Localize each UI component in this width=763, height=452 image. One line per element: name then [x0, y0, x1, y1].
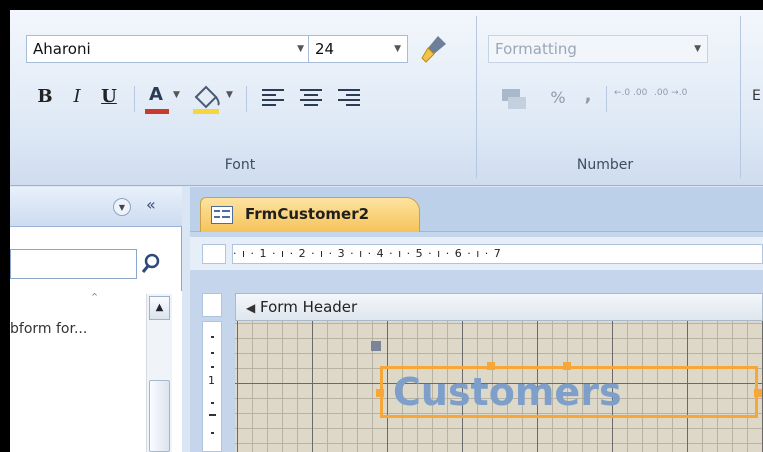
chevron-down-icon[interactable]: ▼ [394, 36, 401, 62]
chevron-down-icon[interactable]: ▼ [226, 90, 233, 100]
form-icon [211, 206, 233, 224]
design-grid[interactable]: Customers [235, 321, 763, 452]
form-selector[interactable] [202, 244, 226, 264]
italic-button[interactable]: I [64, 83, 90, 111]
font-color-button[interactable]: A [142, 83, 172, 115]
format-painter-icon[interactable] [418, 32, 450, 64]
ribbon: Aharoni ▼ 24 ▼ B I U A ▼ ▼ Font Formatti… [10, 10, 763, 186]
separator [606, 86, 607, 112]
scroll-up-icon[interactable]: ▲ [149, 296, 170, 320]
increase-decimals-button[interactable]: ←.0 .00 [614, 88, 648, 99]
document-tab-strip: FrmCustomer2 [190, 187, 763, 232]
number-group-label: Number [576, 157, 634, 173]
section-header-label: Form Header [260, 298, 358, 316]
nav-scrollbar[interactable]: ▲ [146, 294, 172, 452]
resize-handle-top-right[interactable] [563, 362, 571, 370]
font-name-combo[interactable]: Aharoni ▼ [26, 35, 311, 63]
decrease-decimals-button[interactable]: .00 →.0 [654, 88, 688, 99]
chevron-down-icon[interactable]: ▼ [297, 36, 304, 62]
form-header-section-bar[interactable]: ◀ Form Header [235, 293, 763, 321]
font-size-combo[interactable]: 24 ▼ [308, 35, 408, 63]
fill-color-button[interactable] [190, 83, 224, 115]
bold-button[interactable]: B [32, 83, 58, 111]
align-center-icon[interactable] [298, 86, 324, 110]
resize-handle-top[interactable] [487, 362, 495, 370]
section-arrow-icon: ◀ [246, 301, 256, 315]
collapse-group-icon[interactable]: ⌃ [90, 291, 99, 304]
align-left-icon[interactable] [260, 86, 286, 110]
nav-list: ⌃ bform for... ▲ [10, 291, 182, 452]
paint-bucket-icon [193, 85, 220, 114]
comma-button[interactable]: , [578, 82, 598, 110]
resize-handle-left[interactable] [376, 389, 384, 397]
align-right-icon[interactable] [336, 86, 362, 110]
separator [134, 86, 135, 112]
customers-title-label[interactable]: Customers [380, 366, 758, 418]
section-selector[interactable] [202, 293, 222, 317]
nav-search-input[interactable] [10, 249, 137, 279]
separator [246, 86, 247, 112]
chevron-down-icon[interactable]: ▼ [173, 90, 180, 100]
font-color-swatch [145, 109, 169, 114]
chevron-down-icon[interactable]: ▼ [694, 36, 701, 62]
number-format-combo[interactable]: Formatting ▼ [488, 35, 708, 63]
move-handle[interactable] [371, 341, 381, 351]
vruler-mark: 1 [208, 374, 215, 387]
navigation-pane: ▼ « ⌃ bform for... ▲ [10, 187, 182, 452]
number-format-value: Formatting [495, 40, 577, 58]
underline-button[interactable]: U [96, 83, 122, 111]
horizontal-ruler: · ı · 1 · ı · 2 · ı · 3 · ı · 4 · ı · 5 … [232, 244, 763, 264]
font-group-label: Font [224, 157, 256, 173]
tab-title: FrmCustomer2 [245, 205, 370, 223]
scroll-thumb[interactable] [149, 380, 170, 452]
font-name-value: Aharoni [33, 40, 91, 58]
currency-icon[interactable] [500, 86, 528, 112]
tab-frmcustomer2[interactable]: FrmCustomer2 [200, 197, 420, 232]
font-size-value: 24 [315, 40, 335, 58]
group-separator [476, 16, 477, 178]
group-separator [740, 16, 741, 178]
next-group-partial: E [752, 88, 761, 104]
access-window: Aharoni ▼ 24 ▼ B I U A ▼ ▼ Font Formatti… [10, 10, 763, 452]
nav-menu-chevron-icon[interactable]: ▼ [113, 198, 131, 216]
nav-list-item[interactable]: bform for... [10, 321, 87, 337]
percent-button[interactable]: % [546, 84, 570, 112]
search-icon[interactable] [140, 249, 162, 279]
document-area: FrmCustomer2 · ı · 1 · ı · 2 · ı · 3 · ı… [190, 187, 763, 452]
nav-pane-header: ▼ « [10, 187, 182, 227]
font-color-label: A [149, 84, 163, 105]
collapse-pane-icon[interactable]: « [146, 195, 156, 214]
resize-handle-right[interactable] [754, 389, 762, 397]
vertical-ruler: 1 [202, 321, 222, 452]
